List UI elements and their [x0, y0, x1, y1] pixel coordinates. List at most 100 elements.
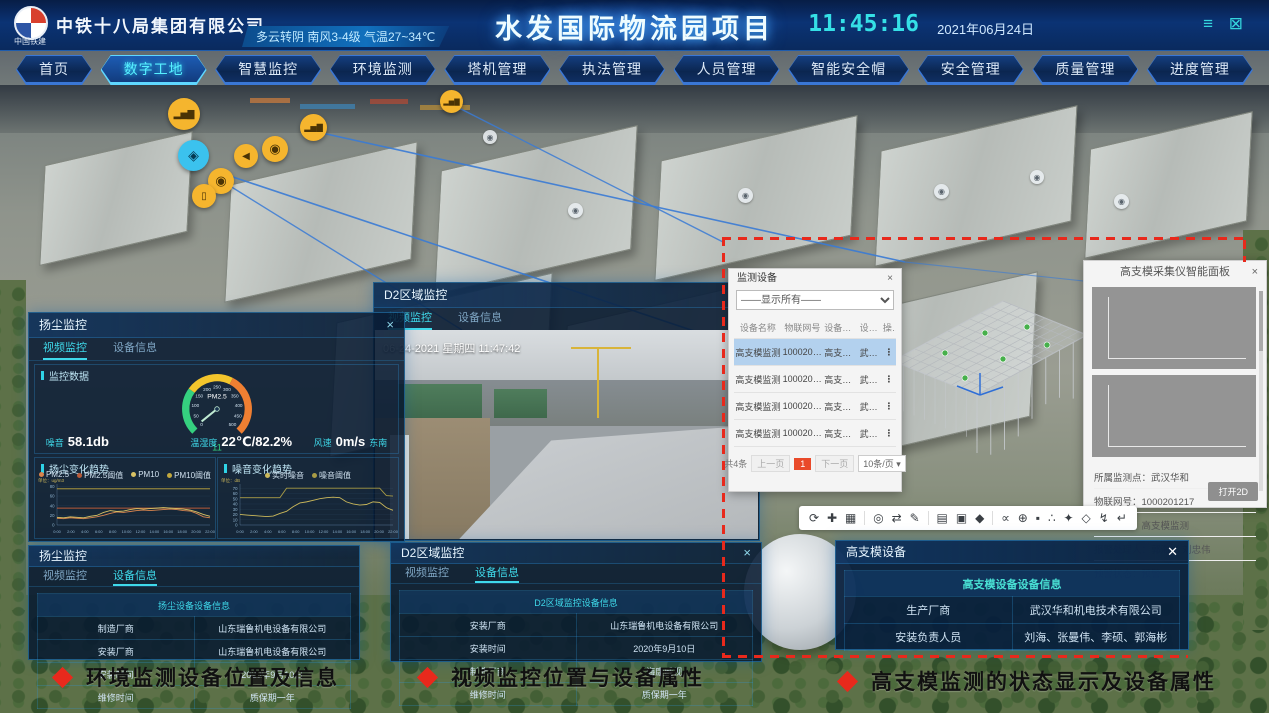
- bim-tool-icon[interactable]: ↵: [1117, 512, 1127, 524]
- bim-tool-icon[interactable]: ⇄: [892, 512, 902, 524]
- legend-item: PM2.5阈值: [77, 470, 123, 481]
- legend-item: PM2.5: [39, 470, 69, 481]
- next-page-button[interactable]: 下一页: [815, 455, 854, 472]
- nav-tab-environment[interactable]: 环境监测: [330, 55, 436, 85]
- rooftop-camera-icon[interactable]: ◉: [1030, 170, 1044, 184]
- table-row: 制造厂商山东瑞鲁机电设备有限公司: [38, 617, 351, 640]
- bim-tool-icon[interactable]: ⊕: [1018, 512, 1028, 524]
- bim-tool-icon[interactable]: ◎: [873, 512, 883, 524]
- d2-video-panel: D2区域监控 × 视频监控 设备信息 06-24-2021 星期四 11:47:…: [373, 282, 760, 541]
- bim-tool-icon[interactable]: ∴: [1048, 512, 1056, 524]
- bim-tool-icon[interactable]: ▤: [937, 512, 948, 524]
- nav-tab-personnel[interactable]: 人员管理: [674, 55, 780, 85]
- svg-text:350: 350: [230, 394, 238, 399]
- bim-tool-icon[interactable]: ✦: [1064, 512, 1074, 524]
- bim-tool-icon[interactable]: ↯: [1099, 512, 1109, 524]
- dust-chart-marker-icon[interactable]: ▂▅▇: [168, 98, 200, 130]
- svg-text:50: 50: [233, 496, 238, 501]
- tab-video-monitor[interactable]: 视频监控: [43, 338, 87, 360]
- bim-tool-icon[interactable]: ▣: [956, 512, 967, 524]
- device-filter-select[interactable]: ——显示所有——: [736, 290, 894, 310]
- legend-item: PM10阈值: [167, 470, 211, 481]
- dust-chart-marker-icon[interactable]: ▂▅▇: [440, 90, 463, 113]
- rooftop-camera-icon[interactable]: ◉: [568, 203, 583, 218]
- camera-icon: ◉: [1034, 173, 1041, 182]
- scaffold-net: [398, 384, 482, 420]
- rooftop-camera-icon[interactable]: ◉: [1114, 194, 1129, 209]
- top-header: 中国铁建 中铁十八局集团有限公司 多云转阴 南风3-4级 气温27~34℃ 水发…: [0, 0, 1269, 51]
- close-icon[interactable]: ×: [743, 543, 751, 563]
- nav-tab-tower-crane[interactable]: 塔机管理: [444, 55, 550, 85]
- scrollbar[interactable]: [1259, 291, 1263, 491]
- row-actions-icon[interactable]: ⋮: [882, 420, 896, 447]
- close-icon[interactable]: ×: [386, 313, 394, 337]
- row-actions-icon[interactable]: ⋮: [882, 366, 896, 393]
- open-2d-button[interactable]: 打开2D: [1208, 482, 1258, 501]
- nav-tab-progress[interactable]: 进度管理: [1147, 55, 1253, 85]
- svg-text:0: 0: [235, 523, 238, 528]
- menu-icon[interactable]: ≡: [1203, 14, 1213, 34]
- nav-tab-quality[interactable]: 质量管理: [1032, 55, 1138, 85]
- rooftop-camera-icon[interactable]: ◉: [738, 188, 753, 203]
- row-actions-icon[interactable]: ⋮: [882, 339, 896, 366]
- camera-marker-icon[interactable]: ◉: [262, 136, 288, 162]
- device-row[interactable]: 高支模监测1000201217 高支模监测武汉华和 ⋮: [734, 339, 896, 366]
- device-row[interactable]: 高支模监测1000201212 高支模监测武汉华和 ⋮: [734, 393, 896, 420]
- dust-chart-marker-icon[interactable]: ▂▅▇: [300, 114, 327, 141]
- page-size-select[interactable]: 10条/页 ▾: [858, 455, 906, 472]
- svg-text:400: 400: [234, 403, 242, 408]
- svg-text:500: 500: [228, 422, 236, 427]
- nav-tab-smart-helmet[interactable]: 智能安全帽: [788, 55, 909, 85]
- svg-text:10:00: 10:00: [122, 529, 133, 534]
- nav-tab-digital-site[interactable]: 数字工地: [101, 55, 207, 85]
- collapse-icon[interactable]: ⊠: [1229, 14, 1243, 34]
- svg-text:40: 40: [233, 502, 238, 507]
- nav-tab-enforcement[interactable]: 执法管理: [559, 55, 665, 85]
- prev-page-button[interactable]: 上一页: [751, 455, 790, 472]
- bim-tool-icon[interactable]: ✎: [910, 512, 920, 524]
- row-actions-icon[interactable]: ⋮: [882, 393, 896, 420]
- camera-icon: ◉: [938, 187, 945, 196]
- tab-video-monitor[interactable]: 视频监控: [43, 567, 87, 586]
- sensor-marker-icon[interactable]: ▯: [192, 184, 216, 208]
- tab-device-info[interactable]: 设备信息: [113, 338, 157, 360]
- nav-tab-home[interactable]: 首页: [16, 55, 92, 85]
- rooftop-camera-icon[interactable]: ◉: [934, 184, 949, 199]
- panel-title: D2区域监控: [384, 283, 447, 307]
- tab-device-info[interactable]: 设备信息: [113, 567, 157, 586]
- bim-toolbar: ⟳ ✚ ▦ ◎ ⇄ ✎ ▤ ▣ ◆ ∝ ⊕ ▪ ∴ ✦ ◇ ↯ ↵: [799, 506, 1137, 530]
- close-icon[interactable]: ✕: [1167, 541, 1178, 563]
- bim-tool-icon[interactable]: ◇: [1082, 512, 1091, 524]
- container-stack: [370, 99, 408, 104]
- tab-video-monitor[interactable]: 视频监控: [405, 564, 449, 583]
- device-row[interactable]: 高支模监测1000201210 高支模监测武汉华和 ⋮: [734, 420, 896, 447]
- bim-tool-icon[interactable]: ▪: [1036, 512, 1040, 524]
- bim-tool-icon[interactable]: ⟳: [809, 512, 819, 524]
- monitor-marker-icon[interactable]: ◈: [178, 140, 209, 171]
- close-icon[interactable]: ×: [1252, 261, 1258, 283]
- pagination-total: 共4条: [724, 457, 747, 470]
- current-page[interactable]: 1: [794, 458, 811, 470]
- device-row[interactable]: 高支模监测1000201206 高支模监测武汉华和 ⋮: [734, 366, 896, 393]
- sensor-chart-placeholder: [1092, 375, 1256, 457]
- close-icon[interactable]: ×: [887, 269, 893, 289]
- alarm-marker-icon[interactable]: ◀: [234, 144, 258, 168]
- nav-tab-smart-monitor[interactable]: 智慧监控: [215, 55, 321, 85]
- svg-text:60: 60: [233, 491, 238, 496]
- device-list-panel: 监测设备 × ——显示所有—— 设备名称 物联网号 设备类型 设备厂商 操作 高…: [728, 268, 902, 492]
- svg-text:100: 100: [191, 403, 199, 408]
- annotation-video: 视频监控位置与设备属性: [420, 662, 704, 692]
- bim-tool-icon[interactable]: ◆: [975, 512, 984, 524]
- svg-text:18:00: 18:00: [360, 529, 371, 534]
- bim-tool-icon[interactable]: ✚: [827, 512, 837, 524]
- tab-device-info[interactable]: 设备信息: [475, 564, 519, 583]
- bim-tool-icon[interactable]: ▦: [845, 512, 856, 524]
- nav-tab-safety[interactable]: 安全管理: [918, 55, 1024, 85]
- video-feed[interactable]: 06-24-2021 星期四 11:47:42: [375, 330, 758, 539]
- bim-model-viewport[interactable]: [885, 283, 1095, 513]
- gzm-warning-panel: 高支模采集仪智能面板 × 所属监测点：武汉华和 物联网号：1000201217 …: [1083, 260, 1267, 508]
- bim-tool-icon[interactable]: ∝: [1001, 512, 1010, 524]
- rooftop-camera-icon[interactable]: ◉: [483, 130, 497, 144]
- svg-text:14:00: 14:00: [332, 529, 343, 534]
- tab-device-info[interactable]: 设备信息: [458, 308, 502, 330]
